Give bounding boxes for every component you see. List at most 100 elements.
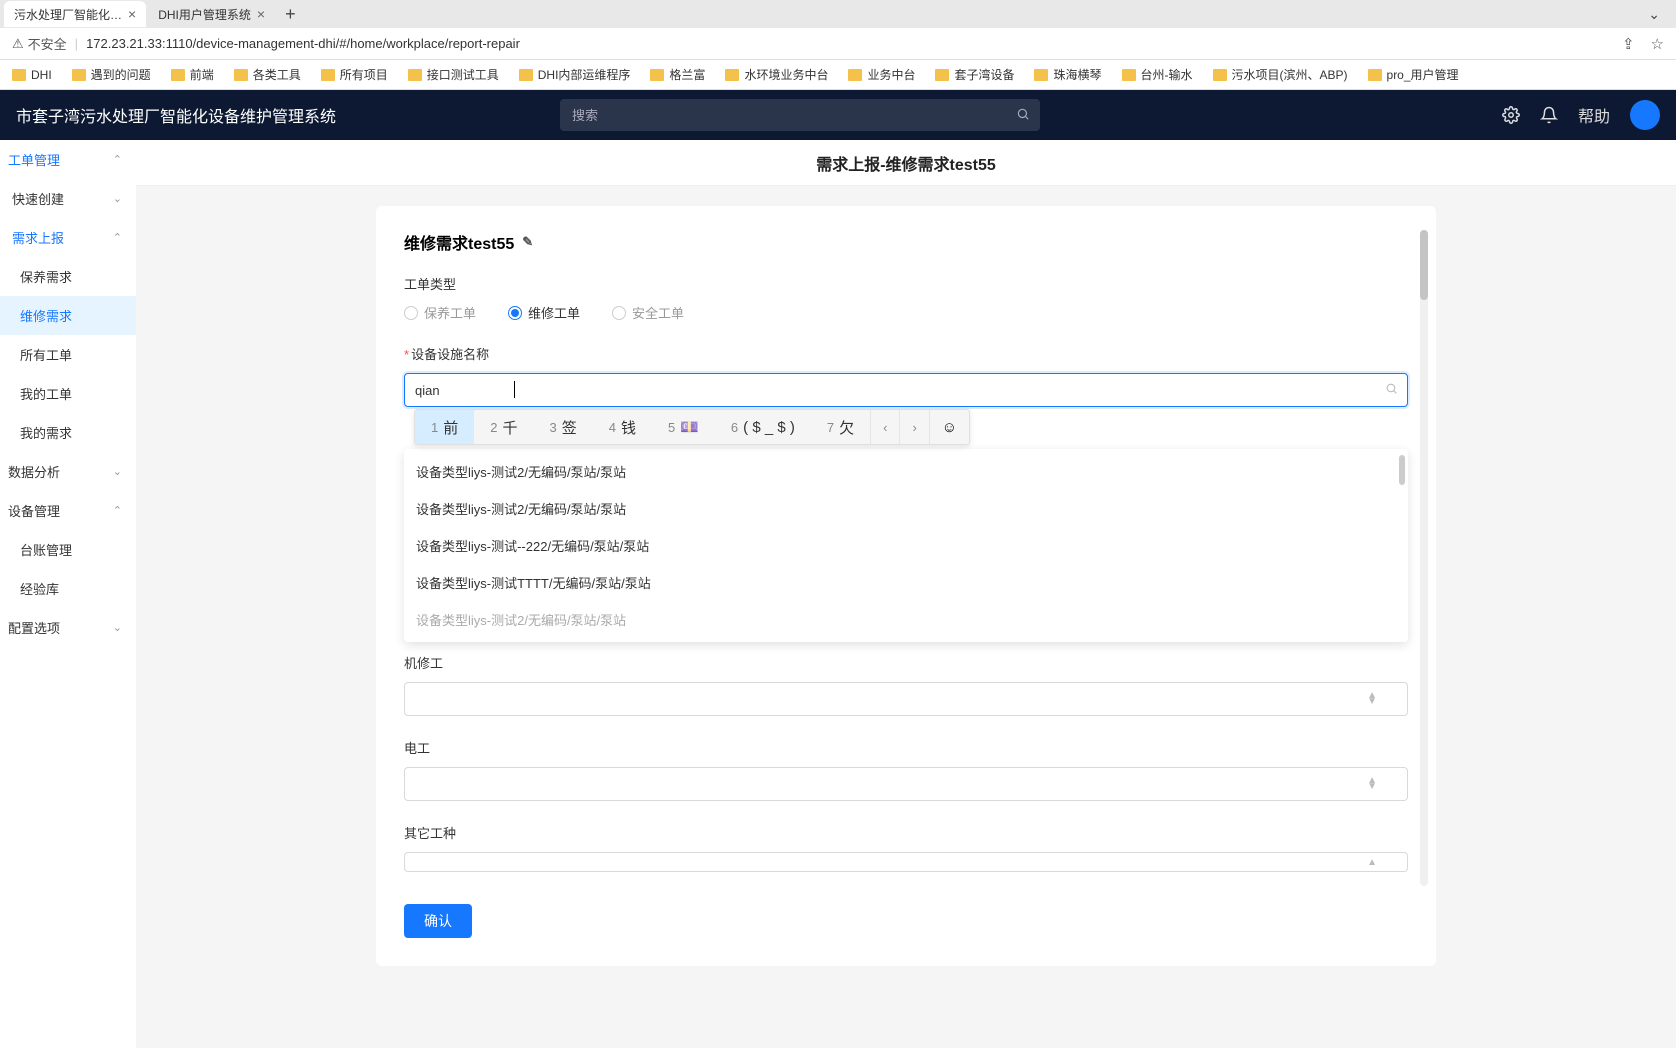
chevron-icon: ⌄ — [113, 465, 122, 478]
ime-candidate[interactable]: 3签 — [534, 410, 593, 444]
bookmark-item[interactable]: 珠海横琴 — [1034, 66, 1101, 83]
mechanic-select[interactable]: ▲▼ — [404, 682, 1408, 716]
form-title: 维修需求test55 — [404, 230, 514, 254]
search-input[interactable] — [560, 99, 1040, 131]
bookmark-item[interactable]: 业务中台 — [848, 66, 915, 83]
edit-icon[interactable]: ✎ — [522, 234, 533, 250]
dropdown-option[interactable]: 设备类型liys-测试2/无编码/泵站/泵站 — [404, 601, 1408, 638]
folder-icon — [848, 69, 862, 81]
other-label: 其它工种 — [404, 823, 1408, 842]
folder-icon — [72, 69, 86, 81]
device-select[interactable]: 1前2千3签4钱5💷6( $ _ $ )7欠‹›☺ 设备类型liys-测试2/无… — [404, 373, 1408, 407]
share-icon[interactable]: ⇪ — [1622, 35, 1635, 53]
ime-emoji[interactable]: ☺ — [929, 410, 969, 444]
gear-icon[interactable] — [1502, 106, 1520, 124]
bell-icon[interactable] — [1540, 106, 1558, 124]
chevron-icon: ⌃ — [113, 153, 122, 166]
bookmark-item[interactable]: 套子湾设备 — [935, 66, 1014, 83]
folder-icon — [725, 69, 739, 81]
electrician-select[interactable]: ▲▼ — [404, 767, 1408, 801]
device-input[interactable] — [404, 373, 1408, 407]
sidebar-subitem[interactable]: 保养需求 — [0, 257, 136, 296]
insecure-badge[interactable]: ⚠ 不安全 — [12, 34, 67, 53]
dropdown-option[interactable]: 设备类型liys-测试TTTT/无编码/泵站/泵站 — [404, 564, 1408, 601]
ime-prev[interactable]: ‹ — [870, 410, 899, 444]
ime-candidate[interactable]: 4钱 — [593, 410, 652, 444]
folder-icon — [935, 69, 949, 81]
bookmark-item[interactable]: 格兰富 — [650, 66, 705, 83]
ime-candidate[interactable]: 2千 — [474, 410, 533, 444]
scrollbar-thumb[interactable] — [1420, 230, 1428, 300]
ime-candidate[interactable]: 5💷 — [652, 410, 715, 444]
radio-option[interactable]: 维修工单 — [508, 303, 580, 322]
sidebar: 工单管理⌃快速创建⌄需求上报⌃保养需求维修需求所有工单我的工单我的需求数据分析⌄… — [0, 140, 136, 1048]
browser-tab[interactable]: DHI用户管理系统 × — [148, 1, 275, 27]
mechanic-label: 机修工 — [404, 653, 1408, 672]
ime-candidate[interactable]: 7欠 — [811, 410, 870, 444]
main-content: 需求上报-维修需求test55 维修需求test55 ✎ 工单类型 保养工单维修… — [136, 140, 1676, 1048]
bookmark-item[interactable]: DHI — [12, 68, 52, 82]
bookmark-item[interactable]: 接口测试工具 — [408, 66, 499, 83]
sidebar-subitem[interactable]: 所有工单 — [0, 335, 136, 374]
sidebar-subitem[interactable]: 经验库 — [0, 569, 136, 608]
search-icon[interactable] — [1016, 107, 1030, 121]
radio-icon — [508, 306, 522, 320]
browser-tab[interactable]: 污水处理厂智能化… × — [4, 1, 146, 27]
sidebar-item[interactable]: 配置选项⌄ — [0, 608, 136, 647]
folder-icon — [1034, 69, 1048, 81]
close-icon[interactable]: × — [128, 6, 136, 22]
other-select[interactable]: ▲ — [404, 852, 1408, 872]
sidebar-item[interactable]: 设备管理⌃ — [0, 491, 136, 530]
sidebar-subitem[interactable]: 我的需求 — [0, 413, 136, 452]
bookmark-item[interactable]: 水环境业务中台 — [725, 66, 828, 83]
star-icon[interactable]: ☆ — [1651, 35, 1664, 53]
bookmark-item[interactable]: 遇到的问题 — [72, 66, 151, 83]
help-link[interactable]: 帮助 — [1578, 103, 1610, 127]
sidebar-subitem[interactable]: 台账管理 — [0, 530, 136, 569]
bookmark-item[interactable]: DHI内部运维程序 — [519, 66, 631, 83]
bookmarks-bar: DHI 遇到的问题 前端 各类工具 所有项目 接口测试工具 DHI内部运维程序 格兰富 水环境业… — [0, 60, 1676, 90]
folder-icon — [321, 69, 335, 81]
ime-candidate[interactable]: 6( $ _ $ ) — [715, 410, 811, 444]
tabs-dropdown-icon[interactable]: ⌄ — [1632, 6, 1676, 23]
bookmark-item[interactable]: 各类工具 — [234, 66, 301, 83]
ime-next[interactable]: › — [899, 410, 928, 444]
sidebar-subitem[interactable]: 我的工单 — [0, 374, 136, 413]
ime-candidate[interactable]: 1前 — [415, 410, 474, 444]
radio-option: 安全工单 — [612, 303, 684, 322]
avatar[interactable] — [1630, 100, 1660, 130]
radio-group: 保养工单维修工单安全工单 — [404, 303, 1408, 322]
autocomplete-dropdown: 设备类型liys-测试2/无编码/泵站/泵站设备类型liys-测试2/无编码/泵… — [404, 449, 1408, 642]
sidebar-item[interactable]: 需求上报⌃ — [0, 218, 136, 257]
search-icon — [1385, 382, 1398, 395]
ime-candidate-bar[interactable]: 1前2千3签4钱5💷6( $ _ $ )7欠‹›☺ — [414, 409, 970, 445]
dropdown-option[interactable]: 设备类型liys-测试2/无编码/泵站/泵站 — [404, 490, 1408, 527]
url-field[interactable]: 172.23.21.33:1110/device-management-dhi/… — [86, 36, 1614, 51]
bookmark-item[interactable]: 前端 — [171, 66, 214, 83]
dropdown-option[interactable]: 设备类型liys-测试--222/无编码/泵站/泵站 — [404, 527, 1408, 564]
tab-title: 污水处理厂智能化… — [14, 6, 122, 23]
folder-icon — [1122, 69, 1136, 81]
bookmark-item[interactable]: 污水项目(滨州、ABP) — [1213, 66, 1348, 83]
dropdown-option[interactable]: 设备类型liys-测试2/无编码/泵站/泵站 — [404, 453, 1408, 490]
scrollbar-track — [1420, 230, 1428, 886]
bookmark-item[interactable]: pro_用户管理 — [1368, 66, 1459, 83]
bookmark-item[interactable]: 所有项目 — [321, 66, 388, 83]
folder-icon — [12, 69, 26, 81]
bookmark-item[interactable]: 台州-输水 — [1122, 66, 1193, 83]
global-search[interactable] — [560, 99, 1040, 131]
sidebar-item[interactable]: 工单管理⌃ — [0, 140, 136, 179]
close-icon[interactable]: × — [257, 6, 265, 22]
sidebar-item[interactable]: 数据分析⌄ — [0, 452, 136, 491]
text-cursor — [514, 381, 515, 398]
sidebar-subitem[interactable]: 维修需求 — [0, 296, 136, 335]
new-tab-button[interactable]: + — [277, 4, 304, 25]
form-card: 维修需求test55 ✎ 工单类型 保养工单维修工单安全工单 *设备设施名称 — [376, 206, 1436, 966]
folder-icon — [1213, 69, 1227, 81]
folder-icon — [1368, 69, 1382, 81]
folder-icon — [234, 69, 248, 81]
folder-icon — [650, 69, 664, 81]
sidebar-item[interactable]: 快速创建⌄ — [0, 179, 136, 218]
submit-button[interactable]: 确认 — [404, 904, 472, 938]
scrollbar-thumb[interactable] — [1399, 455, 1405, 485]
